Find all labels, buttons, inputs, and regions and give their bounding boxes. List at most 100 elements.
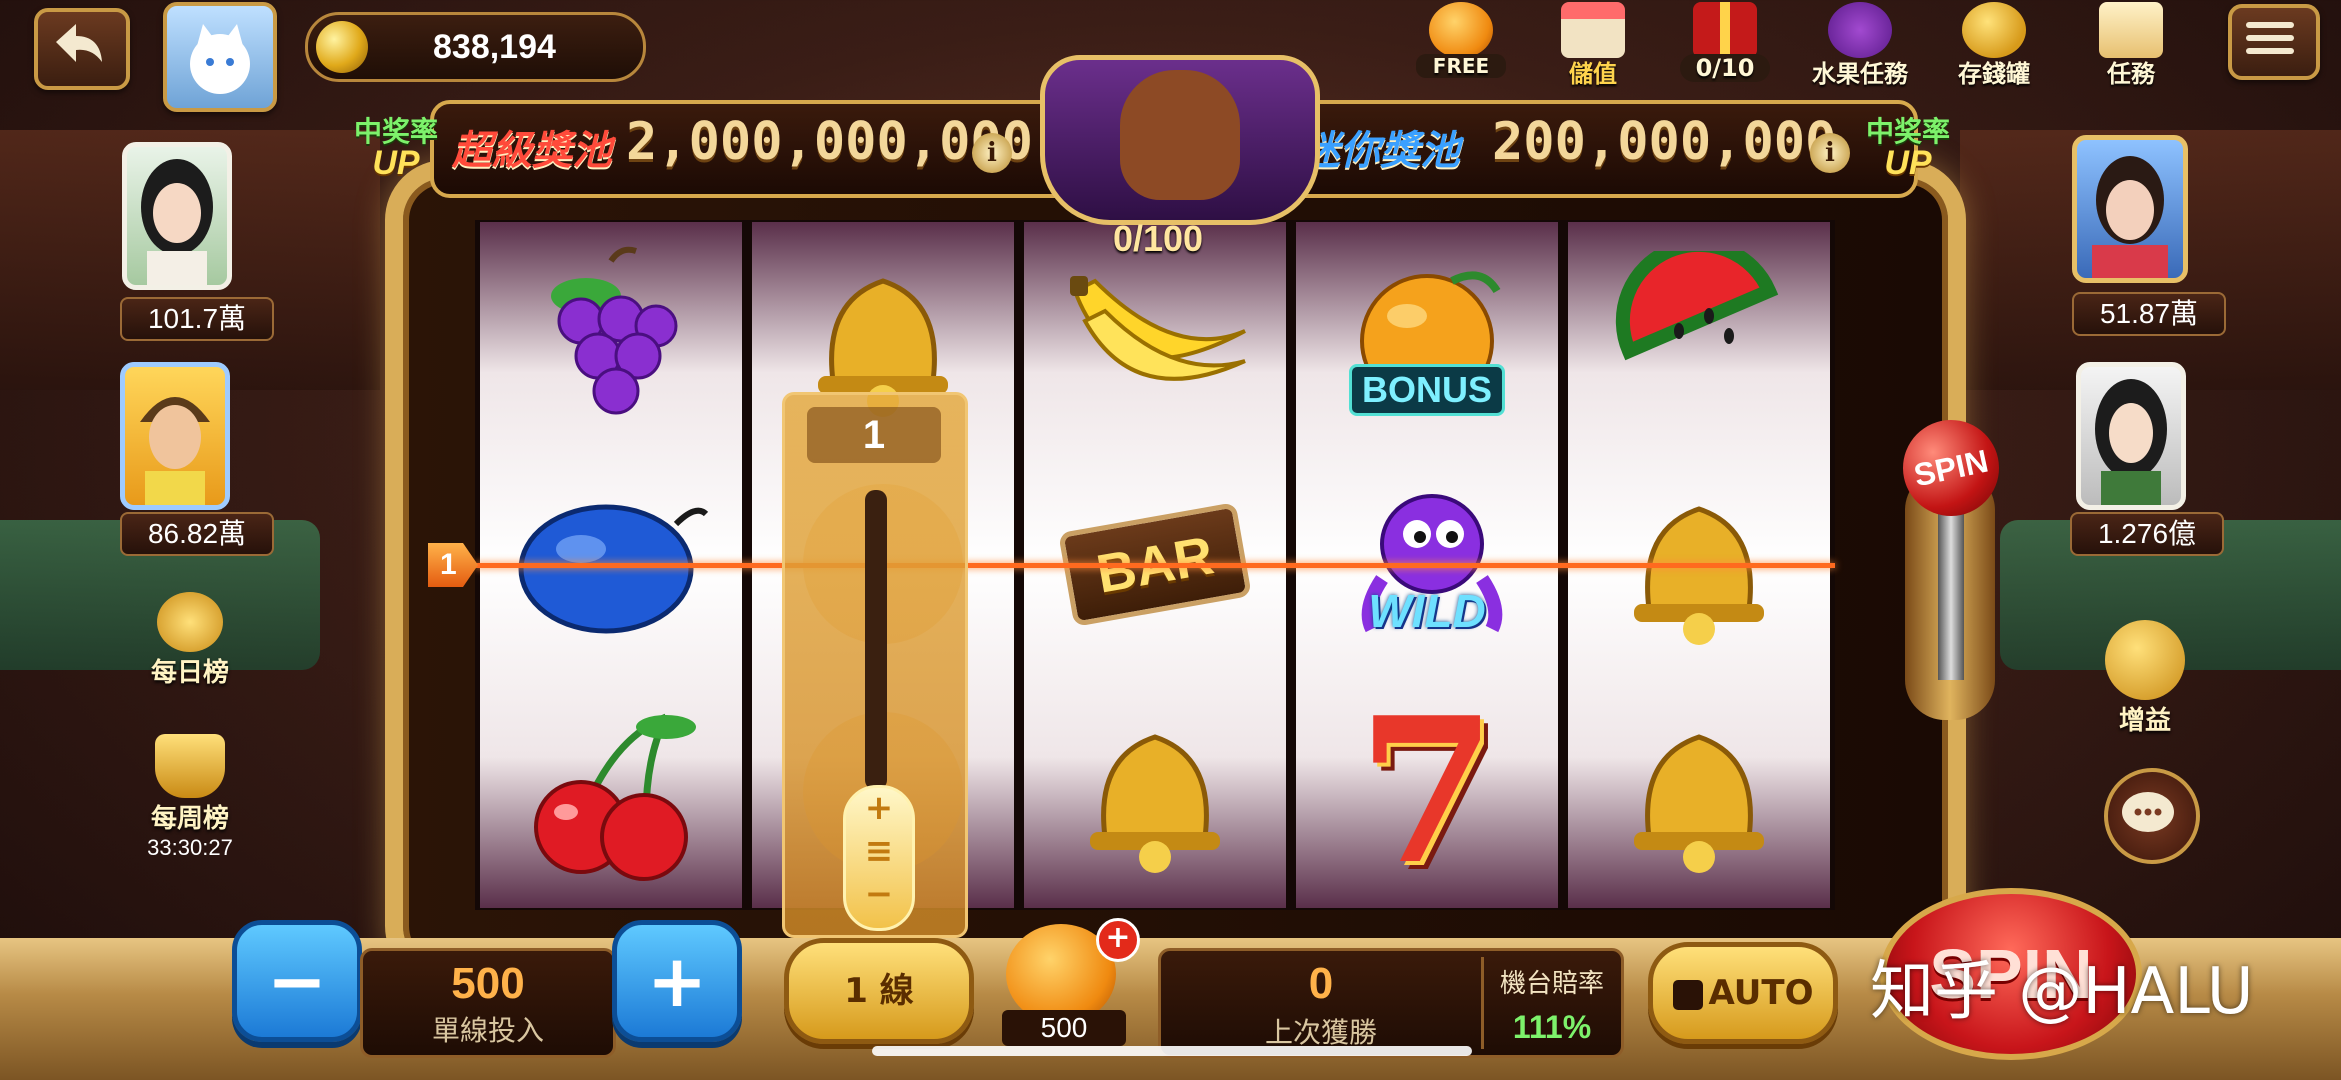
task-button[interactable]: 任務 [2086,2,2176,89]
mini-jackpot-info-button[interactable]: i [1810,133,1850,173]
auto-spin-button[interactable]: AUTO [1648,942,1838,1044]
grapes-icon [551,246,678,415]
seven-icon: 7 [1357,674,1497,909]
shop-label: 儲值 [1569,60,1617,88]
super-jackpot-value: 2,000,000,000 [626,112,1033,172]
symbol-watermelon [1568,222,1830,450]
player-amount-right-1: 51.87萬 [2072,292,2226,336]
piggy-bank-icon [1962,2,2026,58]
task-clipboard-icon [2099,2,2163,58]
symbol-bell [1024,678,1286,906]
boost-arrow-icon [2105,620,2185,700]
win-rate-up-badge-right: 中奖率 UP [1858,110,1958,183]
player-avatar-right-1[interactable] [2072,135,2188,283]
free-button[interactable]: FREE [1416,2,1506,78]
mini-jackpot-value: 200,000,000 [1492,112,1837,172]
daily-ranking-label: 每日榜 [150,658,229,688]
weekly-ranking-button[interactable]: 每周榜 33:30:27 [130,734,250,861]
fruit-bet-button[interactable]: + 500 [994,918,1140,1048]
line-selector-track[interactable] [865,490,887,790]
center-emblem [1040,55,1320,225]
menu-button[interactable] [2228,4,2320,80]
symbol-seven: 7 [1296,678,1558,906]
player-avatar-left-2[interactable] [120,362,230,510]
girl-portrait-icon [141,159,213,285]
player-amount-right-2: 1.276億 [2070,512,2224,556]
bet-per-line-label: 單線投入 [431,1014,544,1047]
task-label: 任務 [2107,60,2155,88]
shop-button[interactable]: 儲值 [1548,2,1638,89]
chat-button[interactable] [2104,768,2200,864]
symbol-bonus-orange: BONUS [1296,222,1558,450]
gift-box-icon [1693,2,1757,58]
woman-portrait-icon [2095,379,2167,505]
bet-per-line-box: 500 單線投入 [360,948,616,1058]
mini-jackpot-label: 迷你獎池 [1300,129,1460,173]
shop-icon [1561,2,1625,58]
boost-label: 增益 [2118,706,2171,736]
line-selector-panel[interactable]: 1 + ≡ − [782,392,968,938]
plus-icon: + [864,788,894,828]
collect-progress: 0/100 [1112,218,1204,259]
symbol-cherry [480,678,742,906]
bet-increase-button[interactable]: + [612,920,742,1042]
cherry-icon [534,713,696,881]
medal-icon [157,592,223,652]
bet-decrease-button[interactable]: − [232,920,362,1042]
weekly-ranking-timer: 33:30:27 [147,835,233,860]
line-selector-value: 1 [807,407,941,463]
fruit-mission-button[interactable]: 水果任務 [1800,2,1920,89]
chat-bubble-icon [2122,792,2174,832]
last-win-value: 0 [1308,959,1334,1008]
lines-button[interactable]: 1 線 [784,938,974,1044]
boost-button[interactable]: 增益 [2090,620,2200,737]
daily-ranking-button[interactable]: 每日榜 [135,592,245,689]
player-avatar-right-2[interactable] [2076,362,2186,510]
back-arrow-icon [56,24,102,62]
piggy-bank-button[interactable]: 存錢罐 [1944,2,2044,89]
rtp-value: 111% [1512,1009,1592,1045]
fruit-mission-icon [1828,2,1892,58]
wild-label: WILD [1368,585,1486,637]
player-amount-left-1: 101.7萬 [120,297,274,341]
fruit-mission-label: 水果任務 [1812,60,1908,88]
home-indicator [872,1046,1472,1056]
player-avatar-left-1[interactable] [122,142,232,290]
cat-avatar-icon [190,24,250,94]
super-jackpot-info-button[interactable]: i [972,133,1012,173]
symbol-bell [1568,678,1830,906]
bell-icon [1634,734,1764,873]
auto-checkbox-icon [1672,979,1703,1010]
boy-portrait-icon [140,397,210,505]
coin-balance: 838,194 [305,12,646,82]
gift-counter: 0/10 [1680,54,1770,82]
trophy-icon [155,734,225,798]
back-button[interactable] [34,8,130,90]
piggy-bank-label: 存錢罐 [1958,60,2030,88]
watermark: 知乎 @HALU [1870,955,2254,1029]
last-win-box: 0 上次獲勝 機台賠率 111% [1158,948,1624,1058]
minus-icon: − [864,874,894,914]
payline-1 [475,563,1835,568]
divider [1481,957,1484,1049]
win-rate-up-badge-left: 中奖率 UP [346,110,446,183]
bet-per-line-value: 500 [451,959,525,1008]
symbol-grapes [480,222,742,450]
woman-photo-icon [2092,156,2168,278]
last-win-label: 上次獲勝 [1264,1016,1377,1049]
gold-coin-icon [316,21,368,73]
add-plus-icon: + [1096,918,1140,962]
coin-balance-value: 838,194 [433,28,556,66]
rtp-label: 機台賠率 [1499,969,1604,999]
bell-icon [1090,734,1220,873]
free-orange-icon [1429,2,1493,58]
player-amount-left-2: 86.82萬 [120,512,274,556]
grip-lines-icon: ≡ [864,831,894,871]
line-selector-knob[interactable]: + ≡ − [843,785,915,931]
super-jackpot-label: 超級獎池 [452,129,612,173]
auto-label: AUTO [1708,973,1814,1013]
fruit-bet-value: 500 [1002,1010,1126,1046]
free-label: FREE [1416,54,1506,78]
player-avatar[interactable] [163,2,277,112]
gift-button[interactable]: 0/10 [1680,2,1770,82]
